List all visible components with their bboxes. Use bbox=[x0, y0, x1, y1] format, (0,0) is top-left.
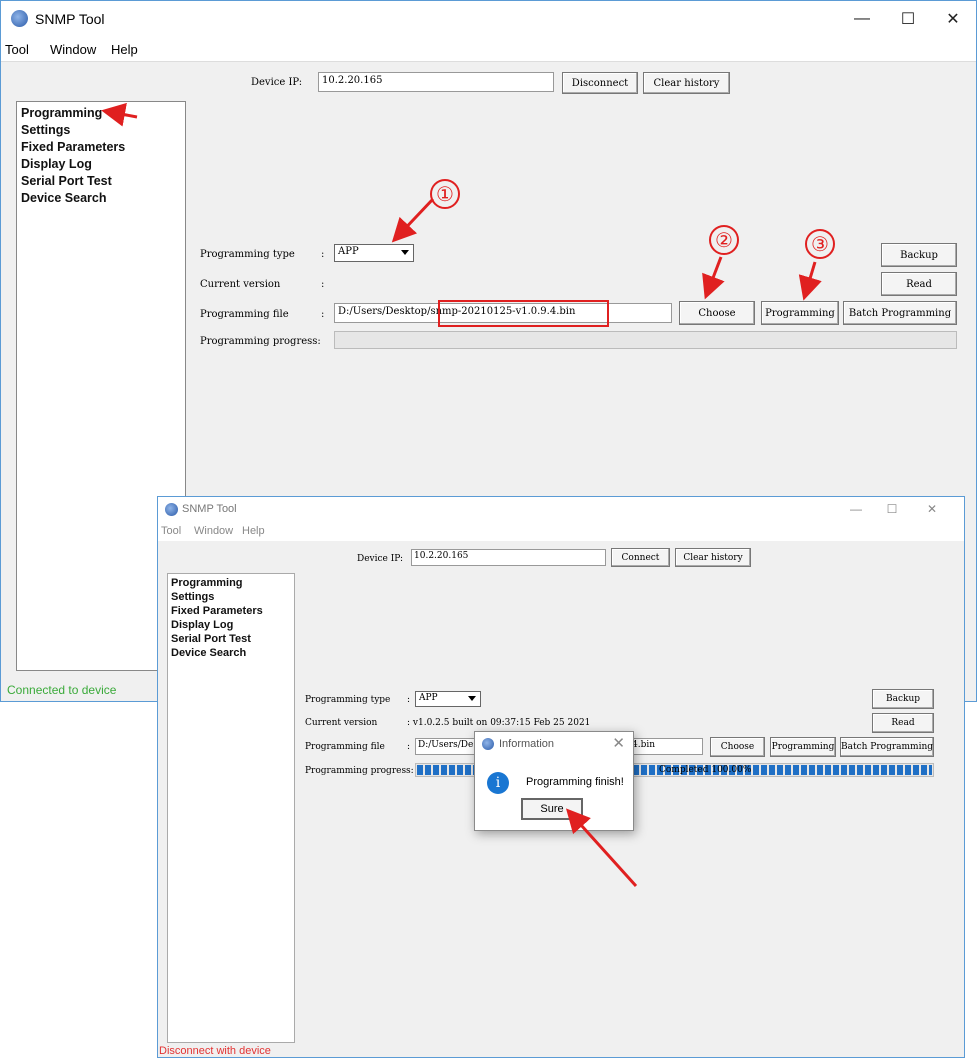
read-button[interactable]: Read bbox=[881, 272, 957, 296]
sidebar-item-programming[interactable]: Programming bbox=[171, 576, 291, 590]
colon: : bbox=[321, 279, 325, 290]
status-text: Connected to device bbox=[7, 683, 117, 697]
menu-tool[interactable]: Tool bbox=[5, 42, 29, 57]
sidebar-item-serial-port-test[interactable]: Serial Port Test bbox=[21, 173, 181, 190]
programming-type-value: APP bbox=[419, 693, 438, 703]
colon: : bbox=[407, 695, 411, 705]
close-button[interactable]: ✕ bbox=[914, 497, 950, 521]
menu-window[interactable]: Window bbox=[50, 42, 96, 57]
close-button[interactable]: ✕ bbox=[930, 5, 976, 33]
dialog-message: Programming finish! bbox=[526, 776, 624, 788]
programming-file-tail: 4.bin bbox=[632, 740, 656, 750]
menu-help[interactable]: Help bbox=[242, 525, 265, 537]
minimize-button[interactable]: — bbox=[839, 5, 885, 33]
chevron-down-icon bbox=[401, 250, 409, 255]
backup-button[interactable]: Backup bbox=[881, 243, 957, 267]
menu-bar: Tool Window Help bbox=[1, 37, 976, 62]
sidebar-item-fixed-parameters[interactable]: Fixed Parameters bbox=[171, 604, 291, 618]
sure-button[interactable]: Sure bbox=[521, 798, 583, 820]
choose-button[interactable]: Choose bbox=[679, 301, 755, 325]
sidebar-nav: Programming Settings Fixed Parameters Di… bbox=[167, 573, 295, 1043]
clear-history-button[interactable]: Clear history bbox=[643, 72, 730, 94]
programming-type-select[interactable]: APP bbox=[334, 244, 414, 262]
app-icon bbox=[165, 503, 178, 516]
programming-type-label: Programming type bbox=[305, 695, 391, 705]
programming-progress-bar bbox=[334, 331, 957, 349]
step-1-marker: ① bbox=[430, 179, 460, 209]
sidebar-item-settings[interactable]: Settings bbox=[21, 122, 181, 139]
current-version-label: Current version bbox=[200, 279, 281, 290]
menu-tool[interactable]: Tool bbox=[161, 525, 181, 537]
step-2-marker: ② bbox=[709, 225, 739, 255]
title-bar: SNMP Tool — ☐ ✕ bbox=[158, 497, 964, 523]
sidebar-item-display-log[interactable]: Display Log bbox=[21, 156, 181, 173]
current-version-value: : v1.0.2.5 built on 09:37:15 Feb 25 2021 bbox=[407, 718, 591, 728]
device-ip-input[interactable]: 10.2.20.165 bbox=[318, 72, 554, 92]
menu-help[interactable]: Help bbox=[111, 42, 138, 57]
minimize-button[interactable]: — bbox=[838, 497, 874, 521]
colon: : bbox=[407, 742, 411, 752]
maximize-button[interactable]: ☐ bbox=[874, 497, 910, 521]
sidebar-item-device-search[interactable]: Device Search bbox=[171, 646, 291, 660]
programming-button[interactable]: Programming bbox=[770, 737, 836, 757]
info-icon: i bbox=[487, 772, 509, 794]
sidebar-item-fixed-parameters[interactable]: Fixed Parameters bbox=[21, 139, 181, 156]
window-title: SNMP Tool bbox=[182, 503, 237, 515]
colon: : bbox=[321, 249, 325, 260]
chevron-down-icon bbox=[468, 696, 476, 701]
programming-file-value: D:/Users/De bbox=[418, 740, 474, 750]
information-dialog: Information ✕ i Programming finish! Sure bbox=[474, 731, 634, 831]
programming-type-value: APP bbox=[338, 246, 359, 257]
title-bar: SNMP Tool — ☐ ✕ bbox=[1, 1, 976, 37]
read-button[interactable]: Read bbox=[872, 713, 934, 733]
programming-file-label: Programming file bbox=[200, 309, 289, 320]
disconnect-button[interactable]: Disconnect bbox=[562, 72, 638, 94]
window-title: SNMP Tool bbox=[35, 11, 105, 27]
batch-programming-button[interactable]: Batch Programming bbox=[840, 737, 934, 757]
step-3-marker: ③ bbox=[805, 229, 835, 259]
sidebar-item-settings[interactable]: Settings bbox=[171, 590, 291, 604]
programming-file-label: Programming file bbox=[305, 742, 385, 752]
sidebar-item-device-search[interactable]: Device Search bbox=[21, 190, 181, 207]
status-text: Disconnect with device bbox=[159, 1045, 271, 1057]
sidebar-item-display-log[interactable]: Display Log bbox=[171, 618, 291, 632]
dialog-title: Information bbox=[499, 738, 555, 750]
device-ip-label: Device IP: bbox=[251, 77, 303, 88]
progress-text: Completed 100.00% bbox=[658, 765, 752, 775]
sidebar-item-programming[interactable]: Programming bbox=[21, 105, 181, 122]
programming-button[interactable]: Programming bbox=[761, 301, 839, 325]
programming-type-label: Programming type bbox=[200, 249, 295, 260]
batch-programming-button[interactable]: Batch Programming bbox=[843, 301, 957, 325]
device-ip-input[interactable]: 10.2.20.165 bbox=[411, 549, 606, 566]
app-icon bbox=[482, 738, 494, 750]
connect-button[interactable]: Connect bbox=[611, 548, 670, 567]
file-name-highlight bbox=[438, 300, 609, 327]
programming-progress-label: Programming progress: bbox=[200, 336, 321, 347]
programming-type-select[interactable]: APP bbox=[415, 691, 481, 707]
choose-button[interactable]: Choose bbox=[710, 737, 765, 757]
backup-button[interactable]: Backup bbox=[872, 689, 934, 709]
current-version-label: Current version bbox=[305, 718, 378, 728]
menu-bar: Tool Window Help bbox=[158, 523, 964, 541]
programming-progress-label: Programming progress: bbox=[305, 766, 414, 776]
maximize-button[interactable]: ☐ bbox=[885, 5, 931, 33]
device-ip-label: Device IP: bbox=[357, 554, 404, 564]
clear-history-button[interactable]: Clear history bbox=[675, 548, 751, 567]
colon: : bbox=[321, 309, 325, 320]
sidebar-item-serial-port-test[interactable]: Serial Port Test bbox=[171, 632, 291, 646]
app-icon bbox=[11, 10, 28, 27]
menu-window[interactable]: Window bbox=[194, 525, 233, 537]
close-icon[interactable]: ✕ bbox=[612, 734, 625, 752]
